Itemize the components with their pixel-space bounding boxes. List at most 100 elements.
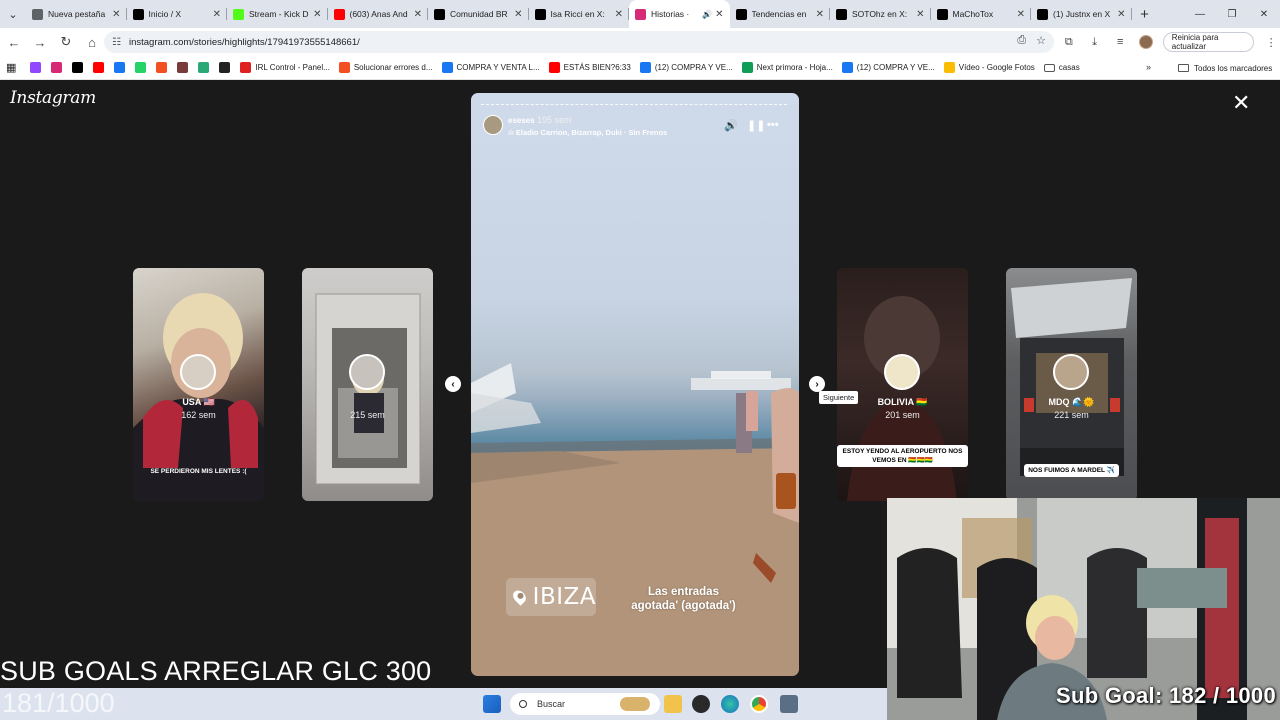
tab-close-icon[interactable]: ✕ [916,9,924,20]
bookmark-item[interactable]: Vídeo - Google Fotos [943,62,1035,73]
bookmark-label: COMPRA Y VENTA L... [456,63,540,72]
tab-4[interactable]: Comunidad BR ✕ [428,0,529,28]
highlight-preview-mdq[interactable]: MDQ 🌊🌞 221 sem NOS FUIMOS A MARDEL ✈️ [1006,268,1137,501]
tab-close-icon[interactable]: ✕ [213,9,221,20]
bookmark-item[interactable]: IRL Control - Panel... [240,62,330,73]
taskbar-search[interactable]: Buscar [510,693,660,715]
download-icon[interactable]: ⤓ [1086,31,1104,53]
bookmark-star-icon[interactable]: ☆ [1036,34,1046,47]
chrome-taskbar-icon[interactable] [750,695,768,713]
story-username[interactable]: eseses [508,116,535,125]
tab-5[interactable]: Isa Ricci en X: ✕ [529,0,629,28]
bookmark-item[interactable] [30,62,45,73]
instagram-logo[interactable]: Instagram [10,88,96,108]
tab-0[interactable]: Nueva pestaña ✕ [26,0,127,28]
tab-close-icon[interactable]: ✕ [615,9,623,20]
sub-goals-title: SUB GOALS ARREGLAR GLC 300 [0,656,432,686]
tab-10[interactable]: (1) Justnx en X ✕ [1031,0,1132,28]
reload-icon[interactable]: ↻ [54,30,78,54]
tab-search-button[interactable]: ⌄ [0,0,26,28]
facebook-icon [114,62,126,73]
calculator-icon[interactable] [780,695,798,713]
tab-6[interactable]: Historias · 🔊 ✕ [629,0,730,28]
windows-start-icon[interactable] [483,695,501,713]
back-icon[interactable]: ← [2,30,26,54]
tab-1[interactable]: Inicio / X ✕ [127,0,227,28]
site-info-icon[interactable]: ☷ [112,37,121,48]
bookmark-item[interactable]: (12) COMPRA Y VE... [639,62,733,73]
instagram-icon [635,8,646,20]
address-bar[interactable]: ☷ instagram.com/stories/highlights/17941… [104,31,1054,53]
tab-3[interactable]: (603) Anas And ✕ [328,0,428,28]
bookmark-item[interactable]: Solucionar errores d... [338,62,433,73]
bookmark-item[interactable] [135,62,150,73]
tab-close-icon[interactable]: ✕ [816,9,824,20]
bookmark-item[interactable]: (12) COMPRA Y VE... [841,62,935,73]
apps-icon[interactable]: ▦ [6,61,16,74]
bookmark-item[interactable] [114,62,129,73]
url-text[interactable]: instagram.com/stories/highlights/1794197… [129,37,360,48]
restore-icon[interactable]: ❐ [1216,0,1248,28]
story-music[interactable]: ılı Eladio Carrion, Bizarrap, Duki · Sin… [508,128,667,137]
all-bookmarks-button[interactable]: Todos los marcadores [1178,56,1272,80]
tab-7[interactable]: Tendencias en ✕ [730,0,830,28]
extensions-icon[interactable]: ⧉ [1060,31,1078,53]
pause-icon[interactable]: ❚❚ [747,119,765,132]
browser-toolbar: ← → ↻ ⌂ ☷ instagram.com/stories/highligh… [0,28,1280,56]
story-avatar[interactable] [483,115,503,135]
tab-close-icon[interactable]: ✕ [313,9,321,20]
tab-close-icon[interactable]: ✕ [514,9,522,20]
mute-icon[interactable]: 🔊 [724,119,738,132]
obs-icon[interactable] [692,695,710,713]
story-card[interactable]: eseses 195 sem ılı Eladio Carrion, Bizar… [471,93,799,676]
new-tab-button[interactable]: + [1132,0,1158,28]
bookmark-item[interactable] [51,62,66,73]
bookmark-item[interactable] [72,62,87,73]
tab-close-icon[interactable]: ✕ [1017,9,1025,20]
highlight-bolivia-caption: ESTOY YENDO AL AEROPUERTO NOS VEMOS EN 🇧… [837,445,968,467]
previous-story-icon[interactable]: ‹ [445,376,461,392]
bookmark-item[interactable] [177,62,192,73]
close-viewer-icon[interactable]: ✕ [1232,92,1250,114]
tab-close-icon[interactable]: ✕ [414,9,422,20]
bookmark-item[interactable] [93,62,108,73]
media-control-icon[interactable]: ≡ [1111,31,1129,53]
file-explorer-icon[interactable] [664,695,682,713]
location-sticker[interactable]: IBIZA [506,578,596,616]
tab-9[interactable]: MaChoTox ✕ [931,0,1031,28]
highlight-usa-time: 162 sem [181,410,216,420]
update-button[interactable]: Reinicia para actualizar [1162,32,1255,52]
close-window-icon[interactable]: ✕ [1248,0,1280,28]
tab-audio-icon[interactable]: 🔊 [702,10,712,19]
highlight-preview-bolivia[interactable]: BOLIVIA 🇧🇴 201 sem ESTOY YENDO AL AEROPU… [837,268,968,501]
tab-close-icon[interactable]: ✕ [112,9,120,20]
bookmark-item[interactable] [198,62,213,73]
bookmarks-more-icon[interactable]: » [1146,62,1151,72]
more-options-icon[interactable]: ••• [767,119,779,131]
bookmark-item[interactable]: Next primora - Hoja... [741,62,833,73]
menu-icon[interactable]: ⋮ [1262,31,1280,53]
story-time: 195 sem [537,115,572,125]
home-icon[interactable]: ⌂ [80,30,104,54]
bookmark-image-icon [177,62,189,73]
bookmark-item[interactable] [156,62,171,73]
bookmark-item[interactable]: COMPRA Y VENTA L... [441,62,540,73]
minimize-icon[interactable]: — [1184,0,1216,28]
tab-2[interactable]: Stream - Kick D ✕ [227,0,328,28]
bookmark-item[interactable]: casas [1043,63,1080,72]
edge-icon[interactable] [721,695,739,713]
kick-icon [233,8,244,20]
folder-icon [1043,63,1055,72]
tab-close-icon[interactable]: ✕ [1117,9,1125,20]
highlight-preview-usa[interactable]: USA 🇺🇸 162 sem SE PERDIERON MIS LENTES :… [133,268,264,501]
bookmark-item[interactable]: ESTÁS BIEN?6:33 [548,62,631,73]
forward-icon[interactable]: → [28,30,52,54]
folder-icon [1178,64,1189,72]
highlight-preview-2[interactable]: 215 sem [302,268,433,501]
tab-8[interactable]: SOTOhz en X: ✕ [830,0,931,28]
profile-avatar[interactable] [1137,31,1155,53]
install-app-icon[interactable]: ⎙ [1017,34,1026,47]
next-story-icon[interactable]: › [809,376,825,392]
tab-close-icon[interactable]: ✕ [715,9,723,20]
bookmark-item[interactable] [219,62,234,73]
